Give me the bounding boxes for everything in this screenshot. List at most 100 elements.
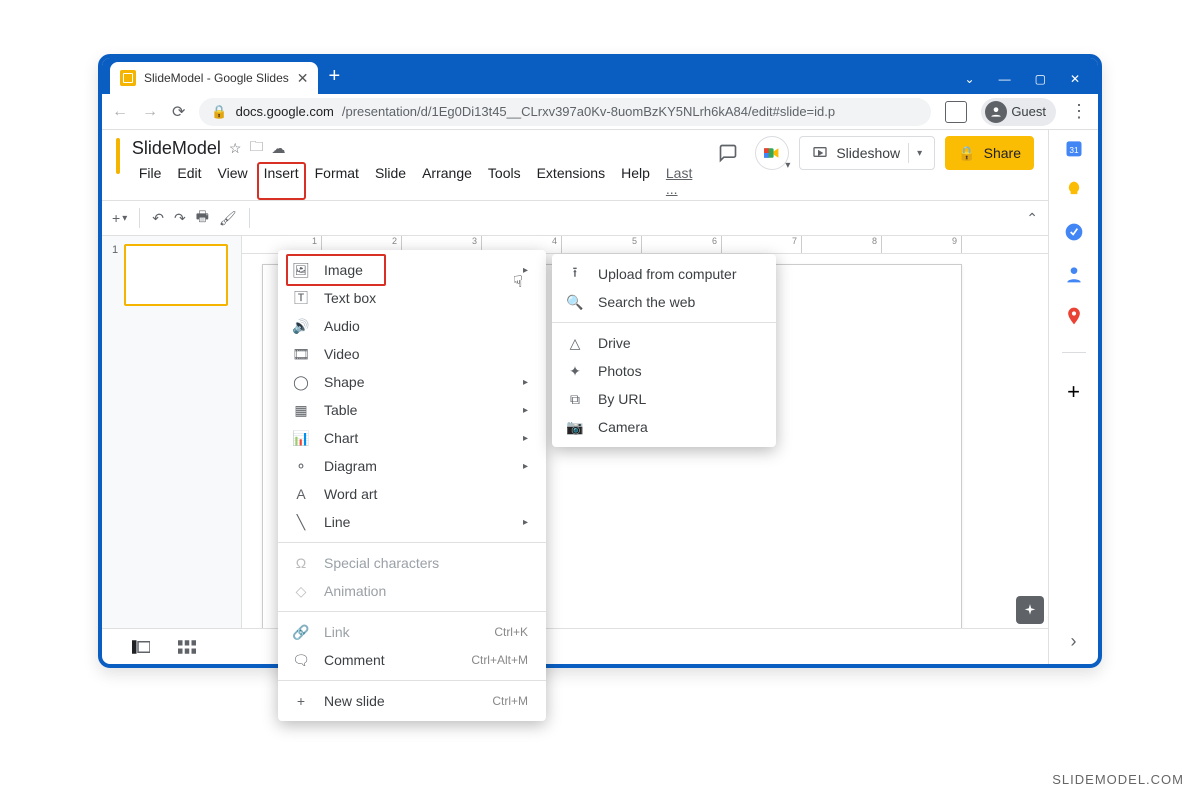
menu-item-label: Search the web (598, 294, 758, 310)
browser-menu-icon[interactable]: ⋮ (1070, 101, 1088, 122)
explore-button[interactable] (1016, 596, 1044, 624)
panel-toggle-icon[interactable] (945, 101, 967, 123)
new-slide-button[interactable]: + ▾ (112, 210, 127, 226)
share-button[interactable]: 🔒 Share (945, 136, 1034, 170)
slide-thumbnail[interactable] (124, 244, 228, 306)
maximize-icon[interactable]: ▢ (1035, 72, 1046, 86)
menu-separator (278, 611, 546, 612)
doc-title[interactable]: SlideModel (132, 138, 221, 159)
menu-item-camera[interactable]: 📷Camera (552, 413, 776, 441)
diagram-icon: ⚬ (292, 458, 310, 475)
menu-view[interactable]: View (211, 162, 255, 200)
hide-panel-icon[interactable]: › (1071, 631, 1077, 652)
menu-insert[interactable]: Insert (257, 162, 306, 200)
url-icon: ⧉ (566, 391, 584, 408)
menu-item-upload-from-computer[interactable]: ⭱Upload from computer (552, 260, 776, 288)
slideshow-button[interactable]: Slideshow ▾ (799, 136, 935, 170)
menu-item-word-art[interactable]: AWord art (278, 480, 546, 508)
keep-icon[interactable] (1064, 180, 1084, 200)
contacts-icon[interactable] (1064, 264, 1084, 284)
url-input[interactable]: 🔒 docs.google.com/presentation/d/1Eg0Di1… (199, 98, 931, 126)
menu-item-label: Drive (598, 335, 758, 351)
slideshow-label: Slideshow (836, 145, 900, 161)
menu-item-shape[interactable]: ◯Shape▸ (278, 368, 546, 396)
calendar-icon[interactable]: 31 (1064, 138, 1084, 158)
tasks-icon[interactable] (1064, 222, 1084, 242)
menu-item-label: Animation (324, 583, 528, 599)
filmstrip-view-icon[interactable] (132, 640, 150, 654)
menu-item-line[interactable]: ╲Line▸ (278, 508, 546, 536)
grid-view-icon[interactable] (178, 640, 196, 654)
table-icon: ▦ (292, 402, 310, 419)
menu-item-comment[interactable]: 🗨CommentCtrl+Alt+M (278, 646, 546, 674)
maps-icon[interactable] (1064, 306, 1084, 326)
comment-icon: 🗨 (292, 652, 310, 669)
comments-icon[interactable] (711, 136, 745, 170)
print-button[interactable]: 🖶 (196, 206, 209, 230)
slides-logo-icon[interactable] (116, 138, 120, 174)
photos-icon: ✦ (566, 363, 584, 380)
menu-item-by-url[interactable]: ⧉By URL (552, 385, 776, 413)
menu-item-new-slide[interactable]: +New slideCtrl+M (278, 687, 546, 715)
menu-item-text-box[interactable]: 🅃Text box (278, 284, 546, 312)
menu-format[interactable]: Format (308, 162, 366, 200)
profile-chip[interactable]: Guest (981, 98, 1056, 126)
menu-item-label: Upload from computer (598, 266, 758, 282)
menu-item-label: Photos (598, 363, 758, 379)
menu-extensions[interactable]: Extensions (530, 162, 612, 200)
menu-item-search-the-web[interactable]: 🔍Search the web (552, 288, 776, 316)
submenu-arrow-icon: ▸ (523, 461, 528, 472)
minimize-icon[interactable]: — (999, 72, 1011, 86)
redo-button[interactable]: ↷ (174, 210, 186, 227)
drive-icon: △ (566, 335, 584, 352)
ruler-tick: 5 (562, 236, 642, 253)
menu-item-drive[interactable]: △ Drive (552, 329, 776, 357)
add-on-button[interactable]: + (1067, 379, 1080, 405)
menu-item-label: Word art (324, 486, 528, 502)
submenu-arrow-icon: ▸ (523, 517, 528, 528)
video-icon: 🎞 (292, 346, 310, 363)
url-path: /presentation/d/1Eg0Di13t45__CLrxv397a0K… (342, 104, 835, 119)
tab-title: SlideModel - Google Slides (144, 71, 289, 85)
menu-help[interactable]: Help (614, 162, 657, 200)
collapse-toolbar-icon[interactable]: ⌃ (1026, 210, 1038, 227)
cloud-icon[interactable]: ☁ (271, 140, 285, 157)
menu-arrange[interactable]: Arrange (415, 162, 479, 200)
menu-item-label: Special characters (324, 555, 528, 571)
shortcut-label: Ctrl+K (494, 625, 528, 639)
menu-item-video[interactable]: 🎞Video (278, 340, 546, 368)
menu-item-chart[interactable]: 📊Chart▸ (278, 424, 546, 452)
new-tab-button[interactable]: + (318, 65, 350, 94)
back-icon[interactable]: ← (112, 103, 128, 121)
forward-icon[interactable]: → (142, 103, 158, 121)
menu-item-label: Image (324, 262, 509, 278)
anim-icon: ◇ (292, 583, 310, 600)
menu-edit[interactable]: Edit (170, 162, 208, 200)
menu-separator (552, 322, 776, 323)
menu-item-table[interactable]: ▦Table▸ (278, 396, 546, 424)
menu-slide[interactable]: Slide (368, 162, 413, 200)
move-icon[interactable]: 🗀 (249, 136, 263, 160)
menu-item-link: 🔗LinkCtrl+K (278, 618, 546, 646)
browser-tab[interactable]: SlideModel - Google Slides ✕ (110, 62, 318, 94)
cursor-icon: ☟ (513, 272, 523, 292)
menu-item-animation: ◇ Animation (278, 577, 546, 605)
reload-icon[interactable]: ⟳ (172, 102, 185, 122)
ruler-tick: 8 (802, 236, 882, 253)
menu-item-label: Shape (324, 374, 509, 390)
paint-format-button[interactable]: 🖌 (219, 210, 237, 227)
tab-close-icon[interactable]: ✕ (297, 70, 309, 87)
undo-button[interactable]: ↶ (152, 210, 164, 227)
meet-button[interactable]: ▾ (755, 136, 789, 170)
menu-last[interactable]: Last ... (659, 162, 699, 200)
menu-item-image[interactable]: 🖼Image▸ (278, 256, 546, 284)
menu-item-diagram[interactable]: ⚬Diagram▸ (278, 452, 546, 480)
close-icon[interactable]: ✕ (1070, 72, 1080, 86)
menu-tools[interactable]: Tools (481, 162, 528, 200)
chevron-down-icon[interactable]: ⌄ (965, 72, 975, 86)
menu-item-audio[interactable]: 🔊Audio (278, 312, 546, 340)
menu-file[interactable]: File (132, 162, 169, 200)
star-icon[interactable]: ☆ (229, 140, 242, 157)
menu-item-photos[interactable]: ✦ Photos (552, 357, 776, 385)
menu-item-label: Line (324, 514, 509, 530)
